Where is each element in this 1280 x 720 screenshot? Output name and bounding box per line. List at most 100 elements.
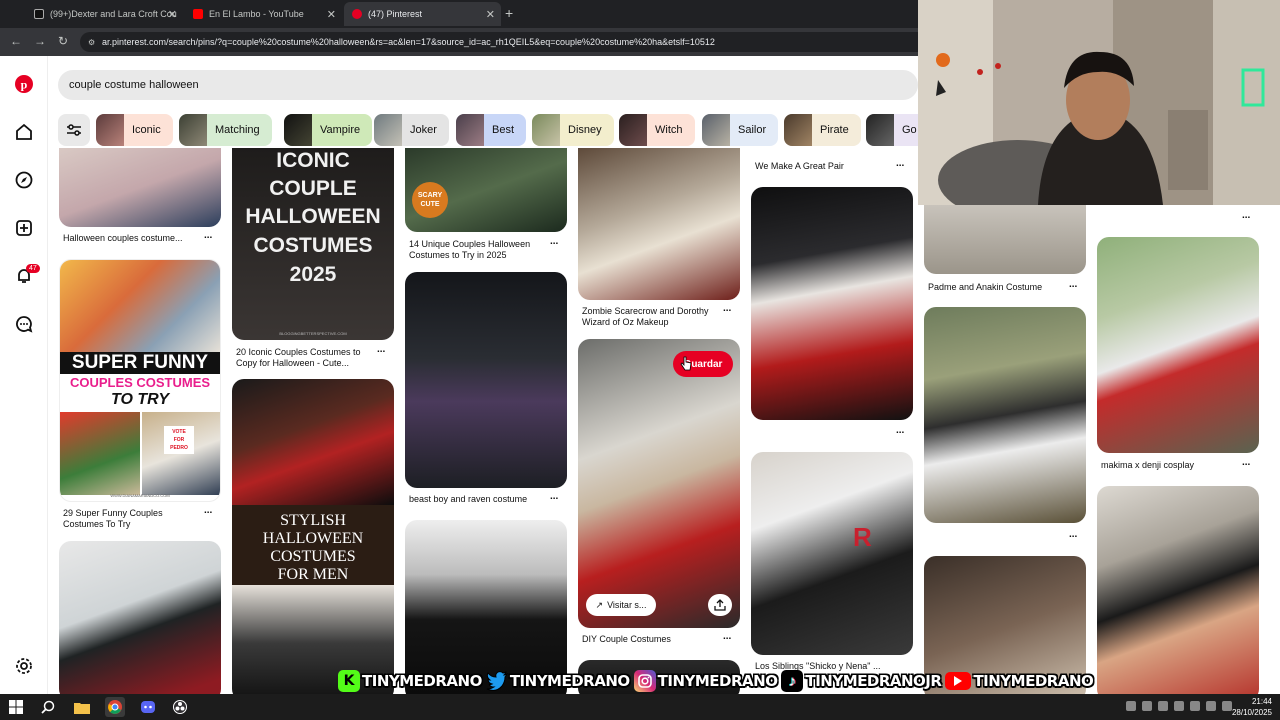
pin-more-button[interactable]: ... <box>204 505 212 516</box>
tab-pinterest[interactable]: (47) Pinterest ✕ <box>344 2 501 26</box>
explore-icon[interactable] <box>14 170 34 190</box>
pin-image-stylish[interactable]: STYLISH HALLOWEEN COSTUMES FOR MEN <box>232 379 394 701</box>
social-twitter: TINYMEDRANO <box>486 670 630 692</box>
pin-title[interactable]: Zombie Scarecrow and Dorothy Wizard of O… <box>582 306 722 328</box>
social-kick: K TINYMEDRANO <box>338 670 482 692</box>
pin-more-button[interactable]: ... <box>1242 210 1250 221</box>
pin-image[interactable]: R <box>751 452 913 655</box>
pin-website-text: WWW.DIANAMARIANDCO.COM <box>110 493 170 498</box>
pin-image[interactable] <box>59 541 221 701</box>
filter-button[interactable] <box>58 114 90 146</box>
messages-icon[interactable] <box>14 314 34 334</box>
pin-title[interactable]: Padme and Anakin Costume <box>928 282 1068 293</box>
pin-more-button[interactable]: ... <box>377 344 385 355</box>
pin-title[interactable]: beast boy and raven costume <box>409 494 549 505</box>
pin-more-button[interactable]: ... <box>1242 457 1250 468</box>
chip-disney[interactable]: Disney <box>532 114 614 146</box>
close-tab-icon[interactable]: ✕ <box>327 8 336 21</box>
webcam-feed-image <box>918 0 1280 205</box>
battery-icon[interactable] <box>1222 701 1232 711</box>
pin-image[interactable] <box>751 187 913 420</box>
tray-icon[interactable] <box>1158 701 1168 711</box>
chip-pirate[interactable]: Pirate <box>784 114 861 146</box>
pin-image[interactable] <box>1097 486 1259 701</box>
tray-icon[interactable] <box>1174 701 1184 711</box>
chip-sailor[interactable]: Sailor <box>702 114 779 146</box>
notification-badge: 47 <box>26 264 40 273</box>
tab-youtube[interactable]: En El Lambo - YouTube ✕ <box>185 2 342 26</box>
chip-thumbnail <box>619 114 647 146</box>
pin-image[interactable]: SCARY CUTE <box>405 148 567 232</box>
close-tab-icon[interactable]: ✕ <box>168 8 177 21</box>
discord-icon[interactable] <box>138 697 158 717</box>
pin-more-button[interactable]: ... <box>1069 529 1077 540</box>
search-icon[interactable] <box>38 697 58 717</box>
pin-title[interactable]: 29 Super Funny Couples Costumes To Try <box>63 508 203 530</box>
forward-icon[interactable]: → <box>34 34 46 48</box>
pin-image[interactable] <box>59 148 221 227</box>
visit-site-button[interactable]: ↗ Visitar s... <box>586 594 656 616</box>
pin-more-button[interactable]: ... <box>896 158 904 169</box>
pin-title[interactable]: 14 Unique Couples Halloween Costumes to … <box>409 239 549 261</box>
chip-best[interactable]: Best <box>456 114 527 146</box>
pin-more-button[interactable]: ... <box>550 236 558 247</box>
volume-icon[interactable] <box>1206 701 1216 711</box>
pin-more-button[interactable]: ... <box>204 230 212 241</box>
pin-image-diy-couple[interactable] <box>578 339 740 628</box>
pin-title[interactable]: DIY Couple Costumes <box>582 634 722 645</box>
chip-iconic[interactable]: Iconic <box>96 114 173 146</box>
settings-icon[interactable] <box>14 656 34 676</box>
obs-icon[interactable] <box>170 697 190 717</box>
pin-more-button[interactable]: ... <box>550 491 558 502</box>
windows-start-icon[interactable] <box>6 697 26 717</box>
network-icon[interactable] <box>1190 701 1200 711</box>
chip-thumbnail <box>532 114 560 146</box>
chip-witch[interactable]: Witch <box>619 114 695 146</box>
new-tab-button[interactable]: + <box>505 5 513 21</box>
file-explorer-icon[interactable] <box>72 697 92 717</box>
back-icon[interactable]: ← <box>10 34 22 48</box>
pin-image[interactable] <box>1097 237 1259 453</box>
pinterest-logo-icon[interactable]: p <box>14 74 34 94</box>
pin-title[interactable]: 20 Iconic Couples Costumes to Copy for H… <box>236 347 376 369</box>
tab-dexter[interactable]: (99+)Dexter and Lara Croft Cou ✕ <box>26 2 183 26</box>
pin-overlay-text: SUPER FUNNY <box>60 352 220 374</box>
pin-overlay-text: R <box>853 522 872 552</box>
pin-more-button[interactable]: ... <box>896 425 904 436</box>
tray-icon[interactable] <box>1142 701 1152 711</box>
pin-image-super-funny[interactable]: SUPER FUNNY COUPLES COSTUMES TO TRY VOTE… <box>59 259 221 502</box>
chip-thumbnail <box>784 114 812 146</box>
site-info-icon[interactable]: ⚙ <box>88 38 95 47</box>
pin-image[interactable] <box>578 148 740 300</box>
pin-title[interactable]: Halloween couples costume... <box>63 233 203 244</box>
pin-shirt: VOTE FOR PEDRO <box>164 426 194 454</box>
chrome-icon[interactable] <box>105 697 125 717</box>
pin-image[interactable] <box>405 272 567 488</box>
pin-overlay-text: ICONIC <box>276 149 350 172</box>
share-button[interactable] <box>708 594 732 616</box>
chip-go[interactable]: Go <box>866 114 918 146</box>
pin-overlay-text: TO TRY <box>110 391 170 408</box>
pin-title[interactable]: We Make A Great Pair <box>755 161 895 172</box>
chip-joker[interactable]: Joker <box>374 114 449 146</box>
reload-icon[interactable]: ↻ <box>58 34 68 48</box>
chip-matching[interactable]: Matching <box>179 114 272 146</box>
social-instagram: TINYMEDRANO <box>633 670 778 692</box>
pin-more-button[interactable]: ... <box>723 303 731 314</box>
home-icon[interactable] <box>14 122 34 142</box>
pin-image[interactable] <box>924 205 1086 274</box>
close-tab-icon[interactable]: ✕ <box>486 8 495 21</box>
pin-more-button[interactable]: ... <box>723 631 731 642</box>
chip-vampire[interactable]: Vampire <box>284 114 373 146</box>
pin-image[interactable] <box>924 307 1086 523</box>
create-icon[interactable] <box>14 218 34 238</box>
search-input[interactable]: couple costume halloween <box>58 70 918 100</box>
tray-icon[interactable] <box>1126 701 1136 711</box>
chip-thumbnail <box>179 114 207 146</box>
pin-overlay-text: HALLOWEEN <box>262 530 364 547</box>
pin-more-button[interactable]: ... <box>1069 279 1077 290</box>
pin-image-iconic[interactable]: ICONIC COUPLE HALLOWEEN COSTUMES 2025 BL… <box>232 148 394 340</box>
pin-title[interactable]: makima x denji cosplay <box>1101 460 1241 471</box>
system-clock[interactable]: 21:44 28/10/2025 <box>1232 696 1272 718</box>
url-input[interactable]: ar.pinterest.com/search/pins/?q=couple%2… <box>80 32 980 52</box>
